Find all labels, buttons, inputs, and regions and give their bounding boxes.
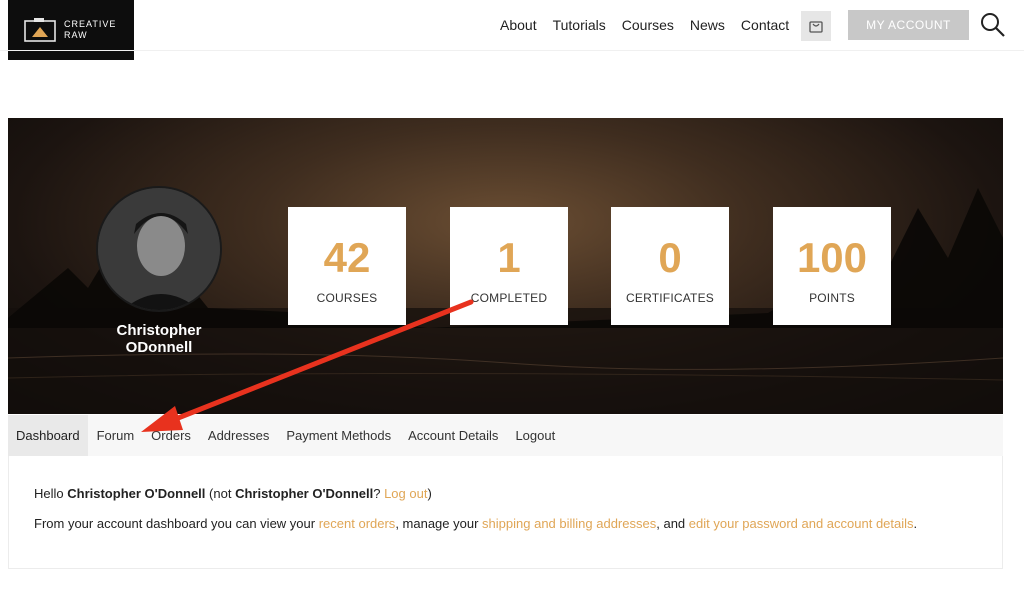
stat-label: POINTS (809, 291, 855, 305)
addresses-link[interactable]: shipping and billing addresses (482, 516, 656, 531)
shopping-bag-icon (809, 21, 823, 33)
nav-contact[interactable]: Contact (741, 17, 789, 33)
main-nav: About Tutorials Courses News Contact (500, 17, 805, 33)
nav-news[interactable]: News (690, 17, 725, 33)
stat-value: 0 (658, 234, 682, 281)
tab-account-details[interactable]: Account Details (400, 415, 506, 456)
site-logo[interactable]: CREATIVE RAW (8, 0, 134, 60)
logout-link[interactable]: Log out (384, 486, 427, 501)
tab-addresses[interactable]: Addresses (200, 415, 277, 456)
stat-label: CERTIFICATES (626, 291, 714, 305)
cart-button[interactable] (801, 11, 831, 41)
account-details-link[interactable]: edit your password and account details (689, 516, 914, 531)
profile-hero: Christopher ODonnell 42 COURSES 1 COMPLE… (8, 118, 1003, 414)
logo-text: CREATIVE RAW (64, 19, 117, 40)
my-account-button[interactable]: MY ACCOUNT (848, 10, 969, 40)
stat-completed[interactable]: 1 COMPLETED (450, 207, 568, 325)
profile-name: Christopher ODonnell (116, 322, 202, 356)
tab-logout[interactable]: Logout (507, 415, 563, 456)
username: Christopher O'Donnell (67, 486, 206, 501)
nav-about[interactable]: About (500, 17, 537, 33)
tab-payment-methods[interactable]: Payment Methods (278, 415, 399, 456)
dashboard-content: Hello Christopher O'Donnell (not Christo… (8, 456, 1003, 569)
camera-logo-icon (24, 17, 56, 43)
nav-tutorials[interactable]: Tutorials (553, 17, 606, 33)
search-button[interactable] (980, 12, 1006, 38)
nav-courses[interactable]: Courses (622, 17, 674, 33)
tab-dashboard[interactable]: Dashboard (8, 415, 88, 456)
account-tabs: Dashboard Forum Orders Addresses Payment… (8, 415, 1003, 456)
stat-points[interactable]: 100 POINTS (773, 207, 891, 325)
stat-label: COMPLETED (470, 291, 548, 305)
stat-courses[interactable]: 42 COURSES (288, 207, 406, 325)
stat-value: 1 (497, 234, 521, 281)
stat-value: 42 (323, 234, 371, 281)
dashboard-description: From your account dashboard you can view… (34, 516, 918, 531)
recent-orders-link[interactable]: recent orders (319, 516, 396, 531)
search-icon (981, 13, 1005, 37)
stat-label: COURSES (316, 291, 378, 305)
stat-value: 100 (796, 234, 868, 281)
username-not: Christopher O'Donnell (235, 486, 374, 501)
header-divider (0, 50, 1024, 51)
tab-orders[interactable]: Orders (143, 415, 199, 456)
tab-forum[interactable]: Forum (89, 415, 143, 456)
avatar (96, 186, 222, 312)
stat-certificates[interactable]: 0 CERTIFICATES (611, 207, 729, 325)
greeting-text: Hello Christopher O'Donnell (not Christo… (34, 486, 432, 501)
